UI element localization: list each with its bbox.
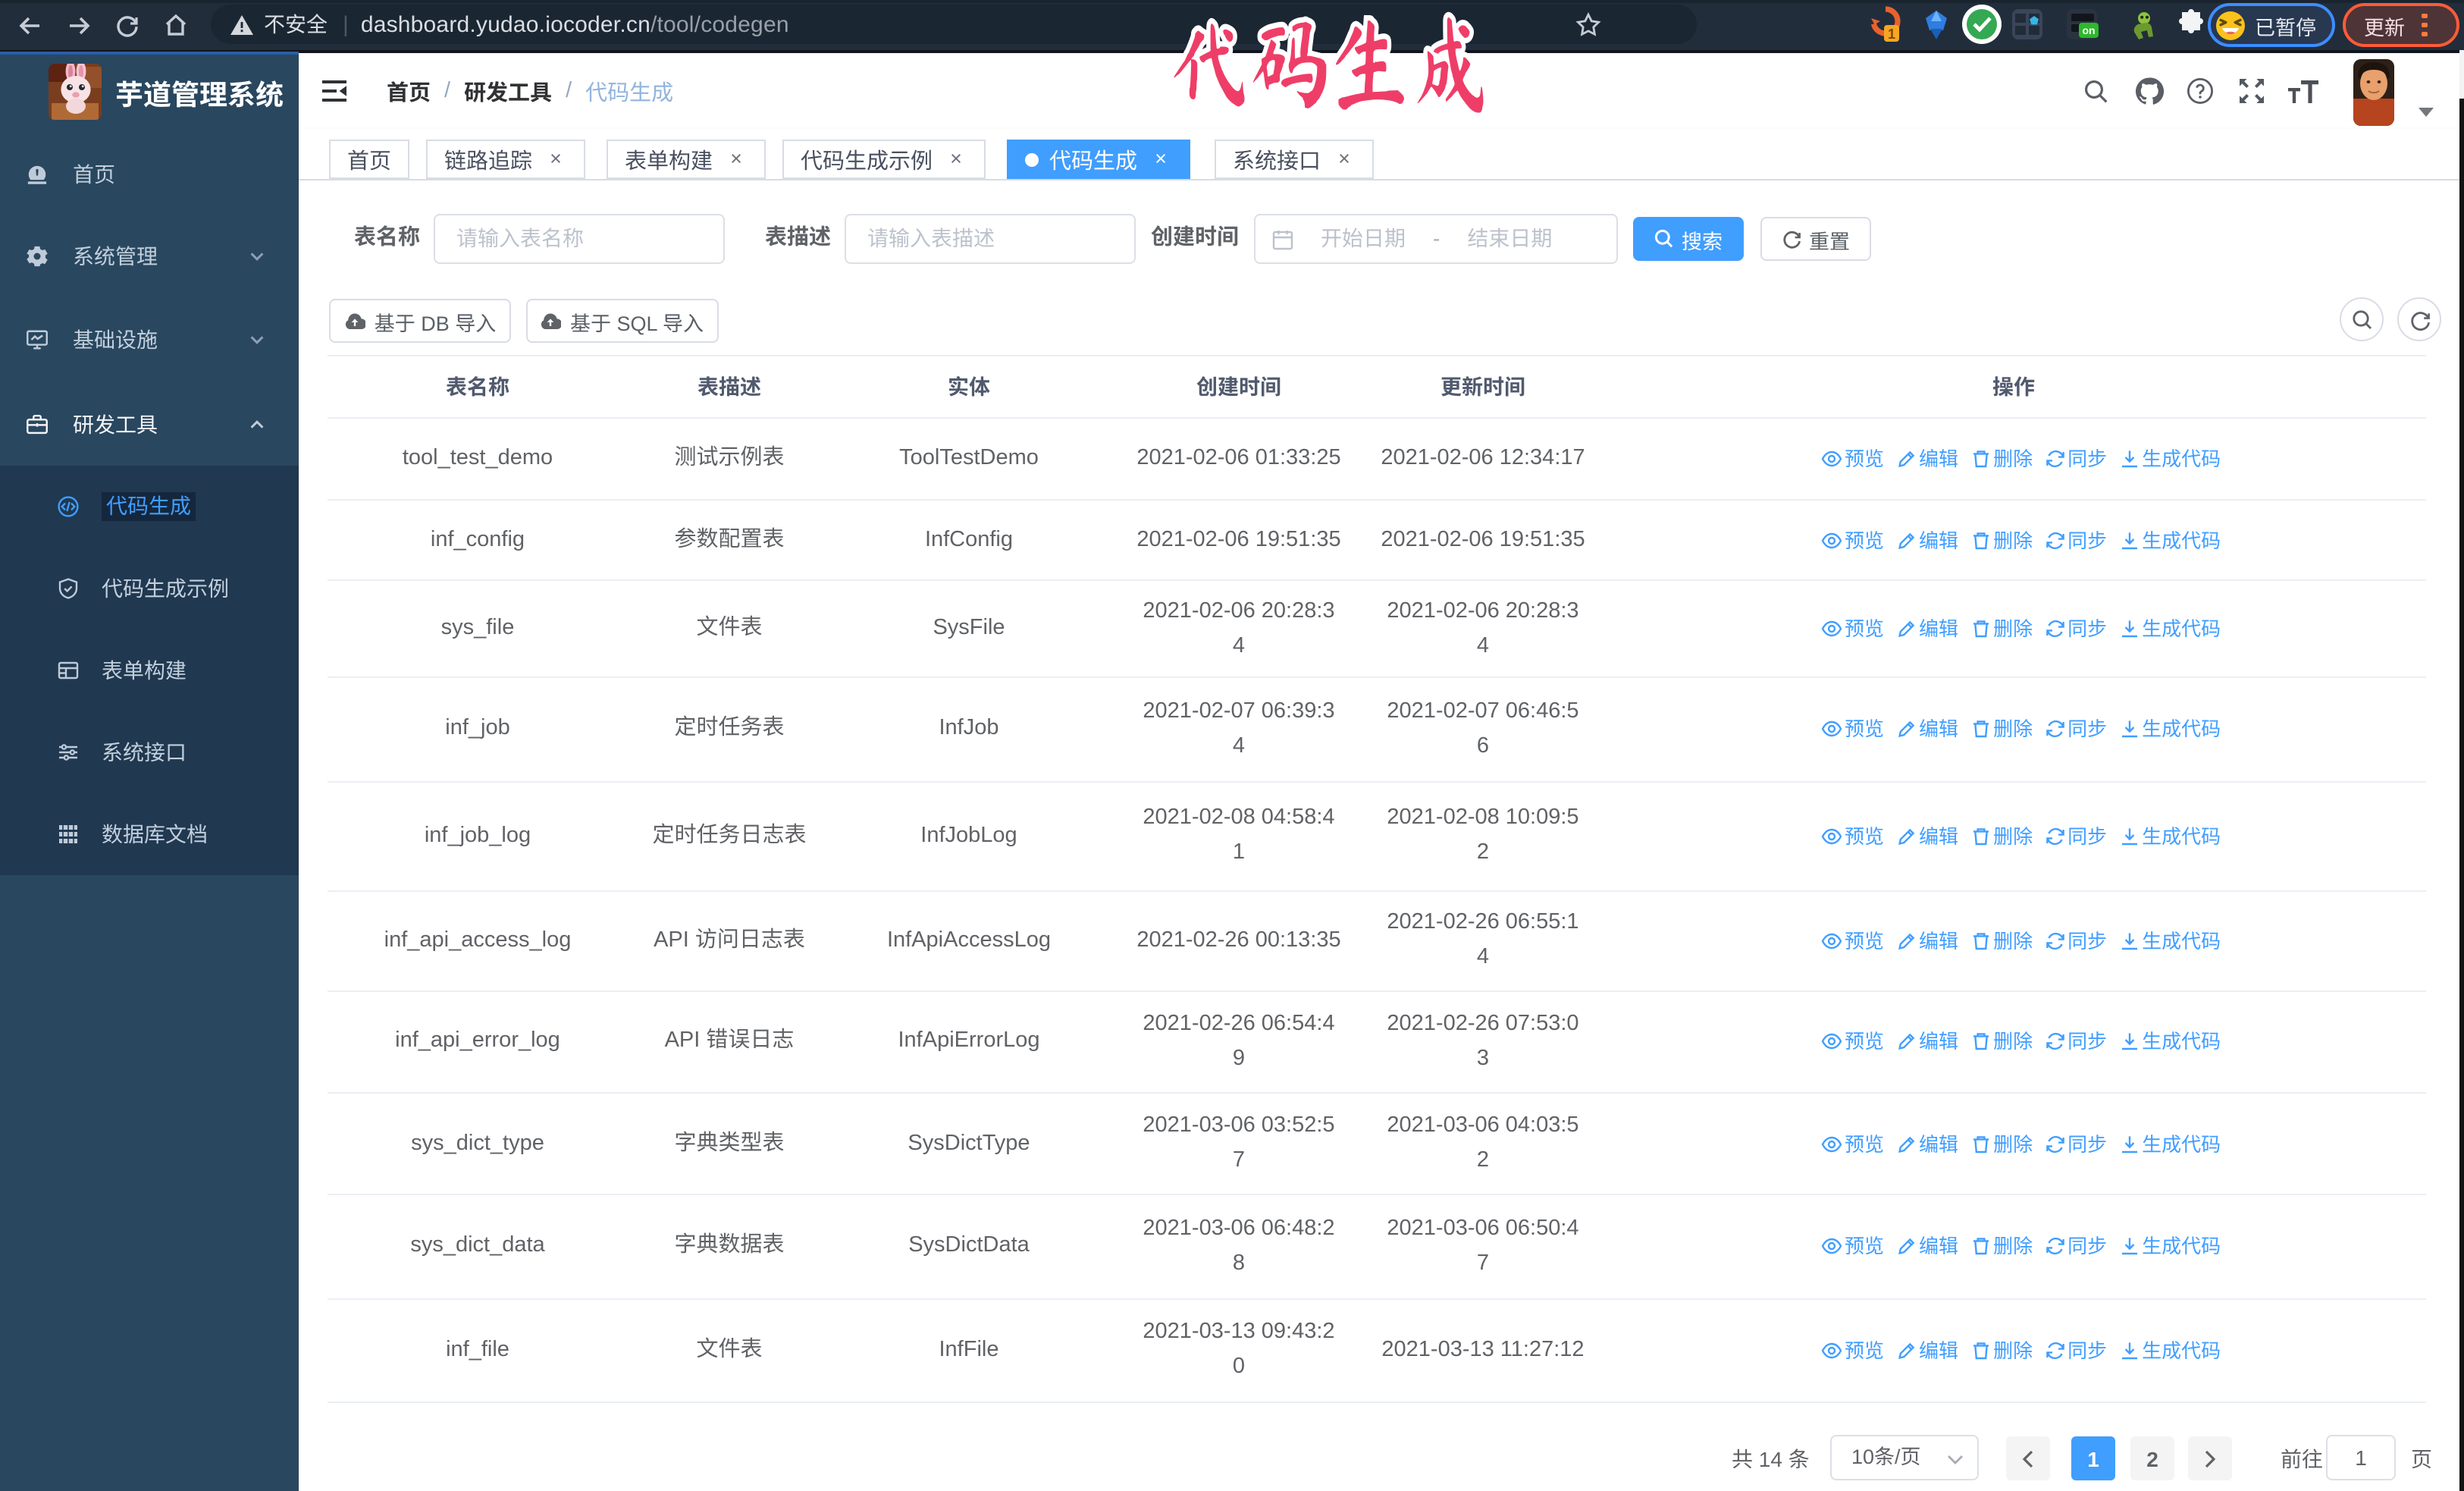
svg-text:1: 1 <box>1888 27 1895 42</box>
svg-text:on: on <box>2082 24 2095 36</box>
